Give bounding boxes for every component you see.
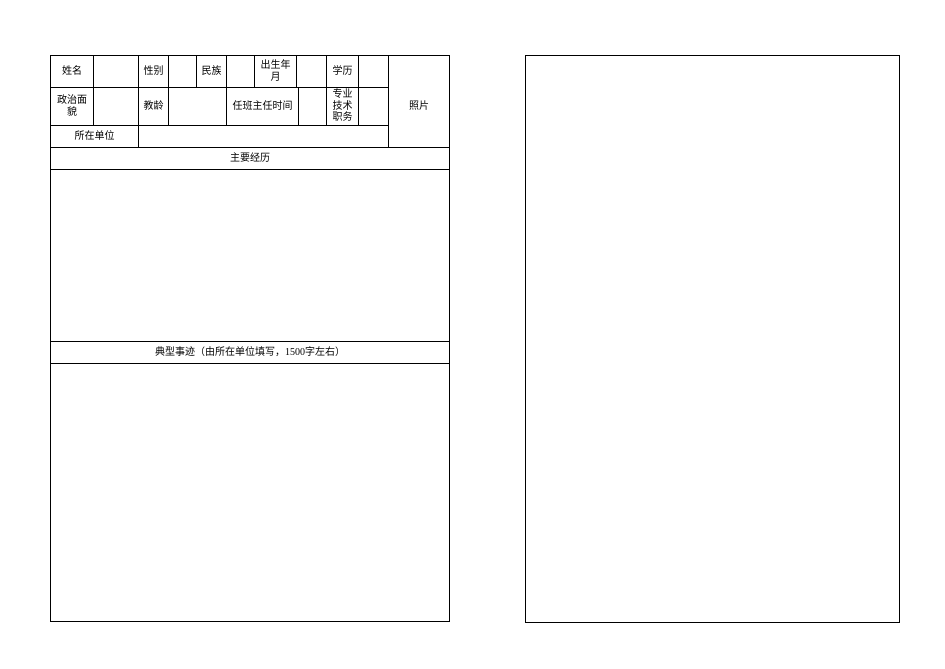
row-3: 所在单位: [51, 126, 449, 148]
form-page-left: 姓名 性别 民族 出生年月 学历 政治面貌 教龄 任班主任时间 专业技术职务 照…: [50, 55, 450, 622]
section-1-title: 主要经历: [51, 148, 449, 170]
value-teaching-years: [169, 88, 227, 126]
value-director-time: [299, 88, 327, 126]
section-1-body-row: [51, 170, 449, 342]
value-gender: [169, 56, 197, 88]
label-director-time: 任班主任时间: [227, 88, 299, 126]
value-name: [94, 56, 139, 88]
label-education: 学历: [327, 56, 359, 88]
label-tech-title: 专业技术职务: [327, 88, 359, 126]
photo-cell-bottom: [389, 126, 449, 148]
value-birth: [297, 56, 327, 88]
label-name: 姓名: [51, 56, 94, 88]
photo-label: 照片: [389, 88, 449, 126]
section-2-body: [51, 364, 449, 621]
row-1: 姓名 性别 民族 出生年月 学历: [51, 56, 449, 88]
label-ethnicity: 民族: [197, 56, 227, 88]
row-2: 政治面貌 教龄 任班主任时间 专业技术职务 照片: [51, 88, 449, 126]
section-1-header-row: 主要经历: [51, 148, 449, 170]
section-2-title: 典型事迹（由所在单位填写，1500字左右）: [51, 342, 449, 364]
form-page-right: [525, 55, 900, 623]
section-2-body-row: [51, 364, 449, 621]
section-2-header-row: 典型事迹（由所在单位填写，1500字左右）: [51, 342, 449, 364]
value-political: [94, 88, 139, 126]
label-political: 政治面貌: [51, 88, 94, 126]
value-education: [359, 56, 389, 88]
value-unit: [139, 126, 389, 148]
value-ethnicity: [227, 56, 255, 88]
label-birth: 出生年月: [255, 56, 297, 88]
section-1-body: [51, 170, 449, 342]
label-teaching-years: 教龄: [139, 88, 169, 126]
label-gender: 性别: [139, 56, 169, 88]
value-tech-title: [359, 88, 389, 126]
photo-cell-top: [389, 56, 449, 88]
label-unit: 所在单位: [51, 126, 139, 148]
